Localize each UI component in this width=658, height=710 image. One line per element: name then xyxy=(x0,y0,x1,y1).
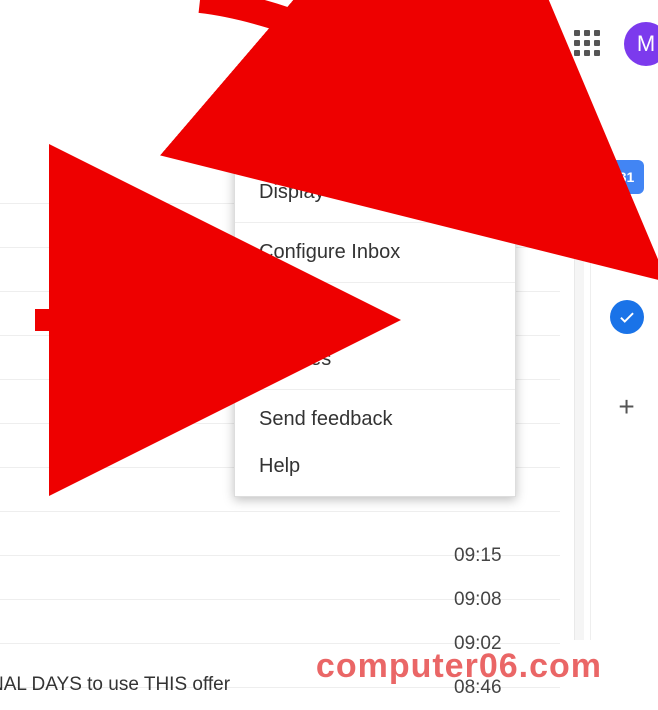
add-addon-button[interactable]: + xyxy=(610,390,644,424)
email-time: 09:15 xyxy=(454,534,502,578)
account-avatar[interactable]: M xyxy=(624,22,658,66)
email-time: 09:08 xyxy=(454,578,502,622)
annotation-arrow-settings xyxy=(30,290,260,355)
settings-dropdown-menu: Display density Configure Inbox Settings… xyxy=(234,162,516,497)
calendar-icon[interactable]: 31 xyxy=(610,160,644,194)
watermark-text: computer06.com xyxy=(316,647,602,686)
email-snippet-text: NAL DAYS to use THIS offer xyxy=(0,674,230,696)
annotation-arrow-gear xyxy=(170,0,540,175)
menu-item-configure-inbox[interactable]: Configure Inbox xyxy=(235,229,515,276)
side-panel: 31 + xyxy=(590,100,658,640)
tasks-icon[interactable] xyxy=(610,300,644,334)
menu-item-send-feedback[interactable]: Send feedback xyxy=(235,396,515,443)
scrollbar[interactable] xyxy=(574,160,584,640)
menu-item-display-density[interactable]: Display density xyxy=(235,169,515,216)
menu-item-settings[interactable]: Settings xyxy=(235,289,515,336)
apps-grid-icon[interactable] xyxy=(574,30,602,58)
keep-icon[interactable] xyxy=(610,230,644,264)
menu-item-help[interactable]: Help xyxy=(235,443,515,490)
menu-item-themes[interactable]: Themes xyxy=(235,336,515,383)
